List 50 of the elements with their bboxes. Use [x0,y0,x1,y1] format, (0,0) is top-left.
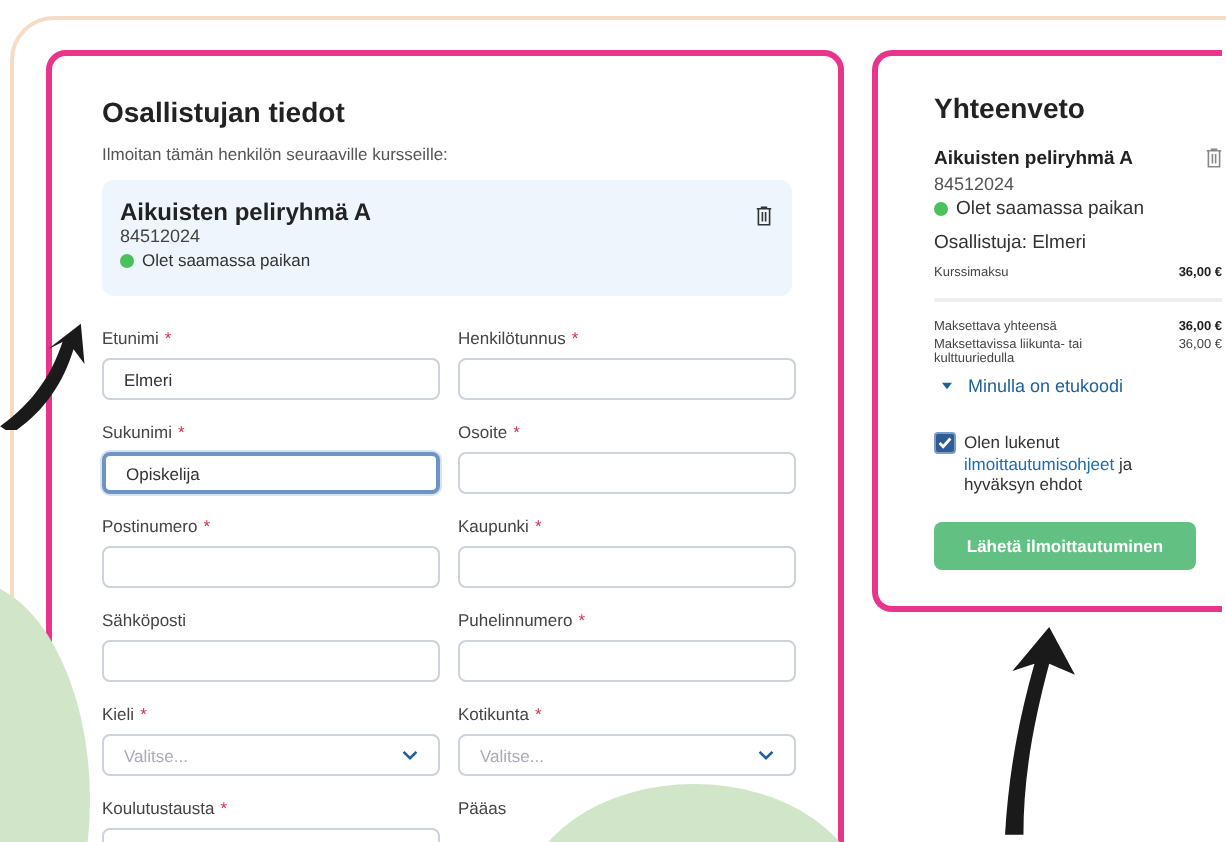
input-field[interactable] [458,358,796,400]
required-mark: * [164,328,172,348]
consent-text: Olen lukenut ilmoittautumisohjeet ja hyväksyn ehdot [964,432,1135,496]
required-mark: * [203,516,211,536]
input-field[interactable] [102,640,440,682]
summary-title: Yhteenveto [934,92,1087,124]
status-dot [120,253,134,267]
input-field[interactable] [458,640,796,682]
section-title: Osallistujan tiedot [102,96,347,128]
field-label: Kotikunta [458,704,529,724]
field-label: Koulutustausta [102,798,215,818]
course-code: 84512024 [120,226,203,246]
field-label: Sähköposti [102,610,187,630]
field-label: Pääas [458,798,509,818]
input-field[interactable] [458,452,796,494]
required-mark: * [534,704,542,724]
field-label: Kieli [102,704,135,724]
required-mark: * [140,704,147,724]
required-mark: * [578,610,585,630]
field-label: Puhelinnumero [458,610,573,630]
field-label: Henkilötunnus [458,328,566,348]
field-label: Etunimi [102,328,159,348]
field-label: Kaupunki [458,516,529,536]
consent-checkbox[interactable] [934,432,956,454]
required-mark: * [513,422,520,442]
field-label: Postinumero [102,516,198,536]
status-text: Olet saamassa paikan [956,198,1144,220]
required-mark: * [534,516,542,536]
field-label: Osoite [458,422,508,442]
required-mark: * [571,328,579,348]
intro-text: Ilmoitan tämän henkilön seuraaville kursseille: [102,144,450,164]
status-dot [934,202,948,216]
chevron-down-icon [402,750,418,760]
input-field[interactable]: Elmeri [102,358,440,400]
participant-name: Osallistuja: Elmeri [934,232,1089,254]
instructions-link[interactable]: ilmoittautumisohjeet [964,453,1115,474]
chevron-down-icon [758,750,774,760]
discount-code-toggle[interactable]: Minulla on etukoodi [942,376,1124,396]
course-name: Aikuisten peliryhmä A [934,148,1135,170]
field-label: Sukunimi [102,422,172,442]
required-mark: * [177,422,185,442]
caret-icon [942,382,952,390]
status-text: Olet saamassa paikan [142,250,311,270]
delete-icon[interactable] [756,206,772,226]
input-field[interactable]: Opiskelija [102,452,440,494]
course-code: 84512024 [934,174,1017,194]
input-field[interactable] [102,546,440,588]
required-mark: * [220,798,228,818]
input-field[interactable] [458,546,796,588]
course-name: Aikuisten peliryhmä A [120,198,372,226]
